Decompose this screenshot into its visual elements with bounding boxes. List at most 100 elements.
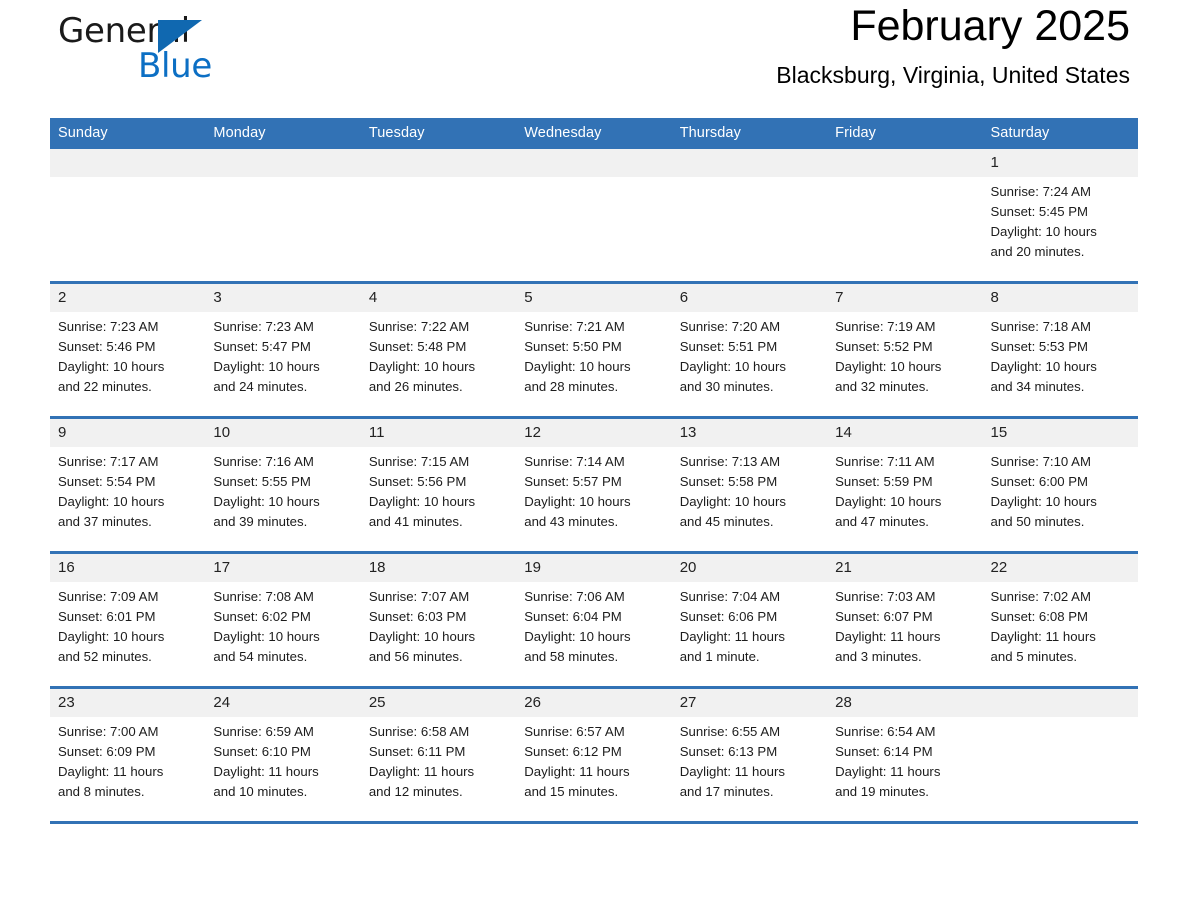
daylight-text-line1: Daylight: 10 hours <box>679 359 786 374</box>
calendar-cell-inner: 1 Sunrise: 7:24 AM Sunset: 5:45 PM Daylight… <box>982 149 1138 281</box>
day-number <box>516 149 672 177</box>
day-number: 12 <box>516 419 672 447</box>
sunrise-text: Sunrise: 7:20 AM <box>679 319 781 334</box>
calendar-day-cell[interactable]: 3 Sunrise: 7:23 AM Sunset: 5:47 PM Daylight… <box>205 281 361 418</box>
day-details: Sunrise: 7:03 AM Sunset: 6:07 PM Daylight:… <box>827 582 982 667</box>
calendar-day-cell[interactable]: 18 Sunrise: 7:07 AM Sunset: 6:03 PM Dayligh… <box>360 551 517 688</box>
calendar-cell-inner: 24 Sunrise: 6:59 AM Sunset: 6:10 PM Dayligh… <box>205 689 361 821</box>
day-number: 3 <box>205 284 361 312</box>
calendar-week-row: 16 Sunrise: 7:09 AM Sunset: 6:01 PM Dayligh… <box>50 551 1138 688</box>
calendar-day-cell[interactable]: 21 Sunrise: 7:03 AM Sunset: 6:07 PM Dayligh… <box>827 551 983 688</box>
day-number: 1 <box>982 149 1138 177</box>
day-details: Sunrise: 7:07 AM Sunset: 6:03 PM Daylight:… <box>361 582 516 667</box>
title-block: February 2025 Blacksburg, Virginia, Unit… <box>776 0 1130 89</box>
day-details: Sunrise: 7:21 AM Sunset: 5:50 PM Daylight:… <box>516 312 671 397</box>
daylight-text-line1: Daylight: 10 hours <box>213 629 320 644</box>
calendar-cell-inner: 18 Sunrise: 7:07 AM Sunset: 6:03 PM Dayligh… <box>360 554 517 686</box>
daylight-text-line1: Daylight: 11 hours <box>835 629 941 644</box>
calendar-cell-inner: 5 Sunrise: 7:21 AM Sunset: 5:50 PM Daylight… <box>516 284 672 416</box>
sunset-text: Sunset: 5:47 PM <box>213 339 311 354</box>
day-number <box>671 149 828 177</box>
calendar-day-cell[interactable]: 19 Sunrise: 7:06 AM Sunset: 6:04 PM Dayligh… <box>516 551 672 688</box>
calendar-cell-inner <box>982 689 1138 821</box>
calendar-cell-empty <box>205 149 361 283</box>
weekday-header-row: Sunday Monday Tuesday Wednesday Thursday… <box>50 118 1138 149</box>
calendar-cell-inner: 13 Sunrise: 7:13 AM Sunset: 5:58 PM Dayligh… <box>671 419 828 551</box>
weekday-header-sunday: Sunday <box>50 118 206 149</box>
calendar-day-cell[interactable]: 13 Sunrise: 7:13 AM Sunset: 5:58 PM Dayligh… <box>671 416 828 553</box>
calendar-day-cell[interactable]: 9 Sunrise: 7:17 AM Sunset: 5:54 PM Daylight… <box>50 416 206 553</box>
calendar-day-cell[interactable]: 11 Sunrise: 7:15 AM Sunset: 5:56 PM Dayligh… <box>360 416 517 553</box>
sunrise-text: Sunrise: 7:11 AM <box>835 454 935 469</box>
calendar-day-cell[interactable]: 14 Sunrise: 7:11 AM Sunset: 5:59 PM Dayligh… <box>827 416 983 553</box>
sunset-text: Sunset: 6:04 PM <box>524 609 622 624</box>
daylight-text-line2: and 5 minutes. <box>990 649 1078 664</box>
daylight-text-line2: and 54 minutes. <box>213 649 308 664</box>
calendar-cell-inner <box>205 149 361 281</box>
calendar-day-cell[interactable]: 7 Sunrise: 7:19 AM Sunset: 5:52 PM Daylight… <box>827 281 983 418</box>
day-details: Sunrise: 7:19 AM Sunset: 5:52 PM Daylight:… <box>827 312 982 397</box>
day-details: Sunrise: 7:14 AM Sunset: 5:57 PM Daylight:… <box>516 447 671 532</box>
calendar-cell-inner: 26 Sunrise: 6:57 AM Sunset: 6:12 PM Dayligh… <box>516 689 672 821</box>
calendar-day-cell[interactable]: 24 Sunrise: 6:59 AM Sunset: 6:10 PM Dayligh… <box>205 686 361 821</box>
calendar-day-cell[interactable]: 5 Sunrise: 7:21 AM Sunset: 5:50 PM Daylight… <box>516 281 672 418</box>
day-number: 22 <box>982 554 1138 582</box>
day-details: Sunrise: 6:55 AM Sunset: 6:13 PM Daylight:… <box>672 717 827 802</box>
day-details: Sunrise: 7:17 AM Sunset: 5:54 PM Daylight:… <box>50 447 205 532</box>
calendar-cell-empty <box>360 149 517 283</box>
calendar-day-cell[interactable]: 4 Sunrise: 7:22 AM Sunset: 5:48 PM Daylight… <box>360 281 517 418</box>
location-subtitle: Blacksburg, Virginia, United States <box>776 61 1130 88</box>
daylight-text-line2: and 39 minutes. <box>213 514 308 529</box>
calendar-cell-inner: 22 Sunrise: 7:02 AM Sunset: 6:08 PM Dayligh… <box>982 554 1138 686</box>
sunrise-text: Sunrise: 7:23 AM <box>58 319 159 334</box>
daylight-text-line1: Daylight: 10 hours <box>368 629 476 644</box>
daylight-text-line1: Daylight: 10 hours <box>524 494 631 509</box>
day-number: 20 <box>671 554 828 582</box>
day-number: 9 <box>50 419 206 447</box>
daylight-text-line2: and 58 minutes. <box>524 649 619 664</box>
daylight-text-line2: and 32 minutes. <box>835 379 929 394</box>
calendar-day-cell[interactable]: 10 Sunrise: 7:16 AM Sunset: 5:55 PM Dayligh… <box>205 416 361 553</box>
sunset-text: Sunset: 6:13 PM <box>679 744 778 759</box>
calendar-day-cell[interactable]: 1 Sunrise: 7:24 AM Sunset: 5:45 PM Daylight… <box>982 149 1138 283</box>
calendar-cell-inner <box>827 149 983 281</box>
calendar-day-cell[interactable]: 2 Sunrise: 7:23 AM Sunset: 5:46 PM Daylight… <box>50 281 206 418</box>
calendar-day-cell[interactable]: 12 Sunrise: 7:14 AM Sunset: 5:57 PM Dayligh… <box>516 416 672 553</box>
generalblue-logo[interactable]: General Blue <box>58 14 258 92</box>
calendar-day-cell[interactable]: 20 Sunrise: 7:04 AM Sunset: 6:06 PM Dayligh… <box>671 551 828 688</box>
daylight-text-line1: Daylight: 10 hours <box>368 359 476 374</box>
daylight-text-line1: Daylight: 11 hours <box>835 764 941 779</box>
day-details: Sunrise: 6:58 AM Sunset: 6:11 PM Daylight:… <box>361 717 516 802</box>
sunrise-text: Sunrise: 6:58 AM <box>368 724 470 739</box>
calendar-day-cell[interactable]: 15 Sunrise: 7:10 AM Sunset: 6:00 PM Dayligh… <box>982 416 1138 553</box>
day-number: 25 <box>360 689 517 717</box>
calendar-day-cell[interactable]: 27 Sunrise: 6:55 AM Sunset: 6:13 PM Dayligh… <box>671 686 828 821</box>
sunrise-text: Sunrise: 7:21 AM <box>524 319 625 334</box>
calendar-cell-empty <box>827 149 983 283</box>
day-number: 26 <box>516 689 672 717</box>
day-details: Sunrise: 7:10 AM Sunset: 6:00 PM Daylight:… <box>983 447 1138 532</box>
calendar-day-cell[interactable]: 25 Sunrise: 6:58 AM Sunset: 6:11 PM Dayligh… <box>360 686 517 821</box>
sunrise-text: Sunrise: 7:08 AM <box>213 589 314 604</box>
daylight-text-line2: and 17 minutes. <box>679 784 774 799</box>
calendar-day-cell[interactable]: 8 Sunrise: 7:18 AM Sunset: 5:53 PM Daylight… <box>982 281 1138 418</box>
calendar-day-cell[interactable]: 28 Sunrise: 6:54 AM Sunset: 6:14 PM Dayligh… <box>827 686 983 821</box>
page-header: General Blue February 2025 Blacksburg, V… <box>50 0 1138 118</box>
daylight-text-line1: Daylight: 11 hours <box>58 764 164 779</box>
calendar-day-cell[interactable]: 16 Sunrise: 7:09 AM Sunset: 6:01 PM Dayligh… <box>50 551 206 688</box>
daylight-text-line1: Daylight: 10 hours <box>835 494 942 509</box>
calendar-cell-empty <box>671 149 828 283</box>
daylight-text-line2: and 12 minutes. <box>368 784 463 799</box>
sunrise-text: Sunrise: 7:13 AM <box>679 454 781 469</box>
calendar-day-cell[interactable]: 6 Sunrise: 7:20 AM Sunset: 5:51 PM Daylight… <box>671 281 828 418</box>
calendar-day-cell[interactable]: 22 Sunrise: 7:02 AM Sunset: 6:08 PM Dayligh… <box>982 551 1138 688</box>
day-details: Sunrise: 7:08 AM Sunset: 6:02 PM Daylight:… <box>205 582 360 667</box>
day-number: 7 <box>827 284 983 312</box>
calendar-week-row: 1 Sunrise: 7:24 AM Sunset: 5:45 PM Daylight… <box>50 149 1138 283</box>
sunset-text: Sunset: 6:12 PM <box>524 744 622 759</box>
calendar-day-cell[interactable]: 17 Sunrise: 7:08 AM Sunset: 6:02 PM Dayligh… <box>205 551 361 688</box>
calendar-day-cell[interactable]: 26 Sunrise: 6:57 AM Sunset: 6:12 PM Dayligh… <box>516 686 672 821</box>
calendar-day-cell[interactable]: 23 Sunrise: 7:00 AM Sunset: 6:09 PM Dayligh… <box>50 686 206 821</box>
sunset-text: Sunset: 5:46 PM <box>58 339 156 354</box>
calendar-cell-inner: 23 Sunrise: 7:00 AM Sunset: 6:09 PM Dayligh… <box>50 689 206 821</box>
